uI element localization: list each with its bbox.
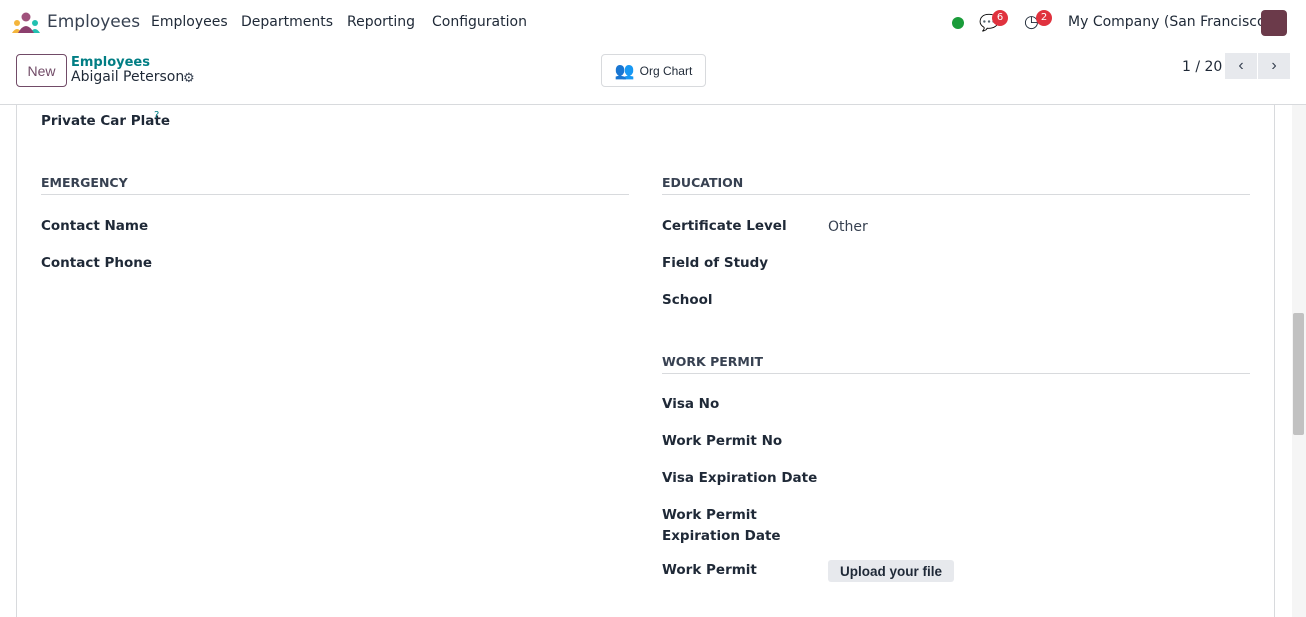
company-switcher[interactable]: My Company (San Francisco) [1068, 14, 1271, 30]
emergency-section-title: EMERGENCY [41, 175, 629, 195]
certificate-level-select[interactable]: Other [828, 219, 868, 235]
upload-file-button[interactable]: Upload your file [828, 560, 954, 582]
contact-phone-label: Contact Phone [41, 255, 153, 271]
visa-no-label: Visa No [662, 396, 720, 412]
new-button[interactable]: New [16, 54, 67, 87]
school-label: School [662, 292, 713, 308]
work-permit-expiration-label-line1: Work Permit [662, 507, 757, 523]
gear-icon[interactable]: ⚙ [183, 71, 195, 86]
contact-name-label: Contact Name [41, 218, 149, 234]
menu-employees[interactable]: Employees [151, 14, 228, 30]
visa-expiration-date-label: Visa Expiration Date [662, 470, 818, 486]
pager-value[interactable]: 1 / 20 [1182, 59, 1222, 75]
pager-next-button[interactable]: › [1258, 53, 1290, 79]
work-permit-label: Work Permit [662, 562, 757, 578]
activities-badge: 2 [1036, 10, 1052, 26]
certificate-level-label: Certificate Level [662, 218, 787, 234]
employees-app-icon[interactable] [12, 12, 40, 34]
org-chart-button[interactable]: 👥 Org Chart [601, 54, 706, 87]
scrollbar-thumb[interactable] [1293, 313, 1304, 435]
breadcrumb-employees[interactable]: Employees [71, 55, 150, 70]
education-section-title: EDUCATION [662, 175, 1250, 195]
menu-configuration[interactable]: Configuration [432, 14, 527, 30]
status-online-icon [952, 17, 964, 29]
private-car-plate-label: Private Car Plate [41, 113, 171, 129]
work-permit-section-title: WORK PERMIT [662, 354, 1250, 374]
menu-reporting[interactable]: Reporting [347, 14, 415, 30]
top-navbar: Employees Employees Departments Reportin… [0, 0, 1306, 46]
pager-previous-button[interactable]: ‹ [1225, 53, 1257, 79]
menu-departments[interactable]: Departments [241, 14, 333, 30]
record-name: Abigail Peterson [71, 69, 185, 85]
help-tooltip-icon[interactable]: ? [154, 110, 159, 121]
field-of-study-label: Field of Study [662, 255, 769, 271]
work-permit-no-label: Work Permit No [662, 433, 783, 449]
people-icon: 👥 [614, 62, 635, 80]
user-avatar[interactable] [1261, 10, 1287, 36]
messages-badge: 6 [992, 10, 1008, 26]
control-panel: New Employees Abigail Peterson ⚙ 👥 Org Ch… [0, 46, 1306, 105]
app-name[interactable]: Employees [47, 12, 140, 32]
org-chart-label: Org Chart [639, 63, 693, 78]
work-permit-expiration-label-line2: Expiration Date [662, 528, 781, 544]
